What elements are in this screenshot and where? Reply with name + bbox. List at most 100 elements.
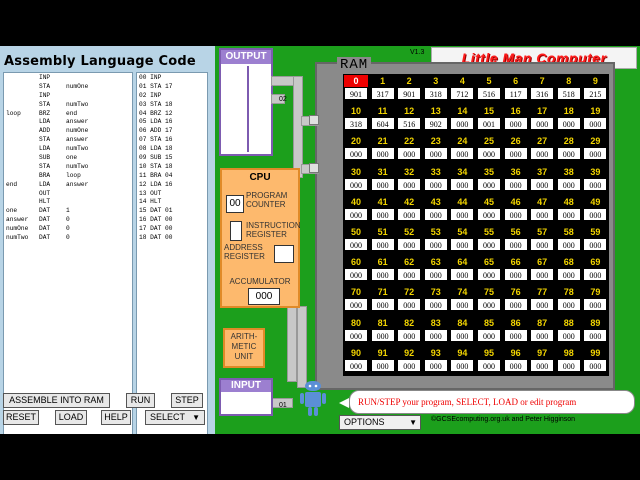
ram-value[interactable]: 000 — [530, 298, 555, 312]
ram-value[interactable]: 000 — [503, 117, 528, 131]
ram-value[interactable]: 000 — [397, 177, 422, 191]
ram-value[interactable]: 000 — [397, 207, 422, 221]
ram-value[interactable]: 000 — [556, 147, 581, 161]
ram-value[interactable]: 000 — [503, 358, 528, 372]
ram-value[interactable]: 000 — [450, 238, 475, 251]
ram-value[interactable]: 604 — [370, 117, 395, 131]
ram-value[interactable]: 000 — [370, 268, 395, 282]
ram-value[interactable]: 000 — [503, 268, 528, 282]
ram-value[interactable]: 000 — [503, 298, 528, 312]
ram-value[interactable]: 000 — [450, 298, 475, 312]
ram-value[interactable]: 000 — [344, 328, 368, 342]
ram-value[interactable]: 000 — [370, 238, 395, 251]
ram-value[interactable]: 215 — [583, 87, 608, 100]
ram-value[interactable]: 902 — [423, 117, 448, 131]
ram-value[interactable]: 000 — [477, 358, 501, 372]
run-button[interactable]: RUN — [126, 393, 155, 408]
ram-value[interactable]: 000 — [503, 238, 528, 251]
ram-value[interactable]: 000 — [530, 147, 555, 161]
ram-value[interactable]: 000 — [556, 328, 581, 342]
ram-value[interactable]: 000 — [477, 147, 501, 161]
ram-value[interactable]: 000 — [450, 268, 475, 282]
ram-value[interactable]: 000 — [530, 238, 555, 251]
ram-value[interactable]: 000 — [556, 238, 581, 251]
ram-value[interactable]: 000 — [477, 207, 501, 221]
ram-value[interactable]: 000 — [423, 207, 448, 221]
ram-value[interactable]: 000 — [450, 147, 475, 161]
ram-value[interactable]: 000 — [503, 207, 528, 221]
ram-value[interactable]: 000 — [423, 328, 448, 342]
ram-value[interactable]: 000 — [530, 207, 555, 221]
ram-value[interactable]: 000 — [423, 147, 448, 161]
ram-value[interactable]: 000 — [477, 268, 501, 282]
ram-value[interactable]: 000 — [583, 298, 608, 312]
ram-value[interactable]: 000 — [556, 268, 581, 282]
ram-value[interactable]: 000 — [370, 328, 395, 342]
select-dropdown[interactable]: SELECT ▼ — [145, 410, 205, 425]
ram-value[interactable]: 000 — [530, 328, 555, 342]
ram-value[interactable]: 000 — [423, 238, 448, 251]
ram-value[interactable]: 000 — [530, 177, 555, 191]
ram-value[interactable]: 000 — [450, 117, 475, 131]
ram-value[interactable]: 000 — [477, 298, 501, 312]
load-button[interactable]: LOAD — [55, 410, 87, 425]
ram-value[interactable]: 518 — [556, 87, 581, 100]
ram-value[interactable]: 000 — [370, 358, 395, 372]
ram-value[interactable]: 316 — [530, 87, 555, 100]
ram-value[interactable]: 901 — [397, 87, 422, 100]
ram-value[interactable]: 000 — [397, 358, 422, 372]
ram-value[interactable]: 000 — [556, 117, 581, 131]
ram-value[interactable]: 000 — [423, 358, 448, 372]
options-dropdown[interactable]: OPTIONS ▼ — [339, 415, 421, 430]
ram-value[interactable]: 000 — [397, 147, 422, 161]
ram-value[interactable]: 001 — [477, 117, 501, 131]
ram-value[interactable]: 000 — [344, 147, 368, 161]
ram-value[interactable]: 000 — [583, 147, 608, 161]
ram-value[interactable]: 000 — [556, 298, 581, 312]
ram-value[interactable]: 000 — [397, 268, 422, 282]
input-box[interactable]: INPUT — [219, 378, 273, 416]
ram-value[interactable]: 000 — [370, 177, 395, 191]
ram-value[interactable]: 117 — [503, 87, 528, 100]
ram-value[interactable]: 901 — [344, 87, 368, 100]
ram-value[interactable]: 000 — [583, 268, 608, 282]
ram-value[interactable]: 000 — [344, 207, 368, 221]
ram-value[interactable]: 000 — [583, 358, 608, 372]
ram-value[interactable]: 000 — [477, 177, 501, 191]
ram-value[interactable]: 317 — [370, 87, 395, 100]
ram-value[interactable]: 000 — [503, 177, 528, 191]
source-code-textarea[interactable]: INP STA numOne INP STA numTwo loop BRZ end LDA ans… — [3, 72, 133, 436]
ram-value[interactable]: 000 — [583, 207, 608, 221]
ram-value[interactable]: 000 — [344, 238, 368, 251]
ram-value[interactable]: 000 — [423, 298, 448, 312]
ram-value[interactable]: 712 — [450, 87, 475, 100]
ram-value[interactable]: 000 — [556, 207, 581, 221]
ram-value[interactable]: 000 — [503, 147, 528, 161]
ram-value[interactable]: 000 — [397, 328, 422, 342]
ram-value[interactable]: 000 — [583, 238, 608, 251]
ram-value[interactable]: 000 — [344, 358, 368, 372]
reset-button[interactable]: RESET — [3, 410, 39, 425]
ram-value[interactable]: 000 — [556, 358, 581, 372]
ram-value[interactable]: 000 — [370, 207, 395, 221]
ram-value[interactable]: 000 — [583, 328, 608, 342]
ram-value[interactable]: 000 — [423, 268, 448, 282]
ram-value[interactable]: 000 — [503, 328, 528, 342]
ram-value[interactable]: 516 — [477, 87, 501, 100]
ram-value[interactable]: 000 — [397, 238, 422, 251]
ram-value[interactable]: 318 — [344, 117, 368, 131]
ram-value[interactable]: 000 — [530, 117, 555, 131]
ram-value[interactable]: 000 — [450, 358, 475, 372]
ram-value[interactable]: 000 — [477, 328, 501, 342]
ram-value[interactable]: 516 — [397, 117, 422, 131]
ram-value[interactable]: 000 — [370, 298, 395, 312]
ram-value[interactable]: 000 — [583, 117, 608, 131]
ram-value[interactable]: 000 — [530, 268, 555, 282]
ram-value[interactable]: 000 — [450, 207, 475, 221]
ram-value[interactable]: 000 — [530, 358, 555, 372]
ram-value[interactable]: 000 — [397, 298, 422, 312]
ram-value[interactable]: 000 — [556, 177, 581, 191]
ram-value[interactable]: 000 — [344, 268, 368, 282]
ram-value[interactable]: 000 — [344, 177, 368, 191]
ram-value[interactable]: 000 — [450, 328, 475, 342]
